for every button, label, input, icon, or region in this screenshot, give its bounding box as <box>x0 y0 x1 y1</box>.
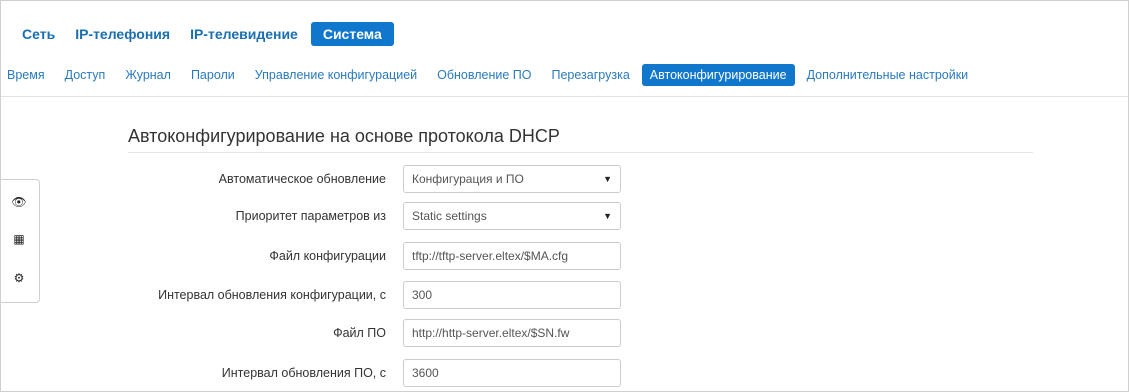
section-divider <box>128 152 1033 153</box>
fw-file-input[interactable]: http://http-server.eltex/$SN.fw <box>403 319 621 347</box>
top-tab-network[interactable]: Сеть <box>15 22 62 46</box>
sub-tab-config-management[interactable]: Управление конфигурацией <box>247 64 425 86</box>
sub-tab-reboot[interactable]: Перезагрузка <box>543 64 637 86</box>
chevron-down-icon: ▼ <box>603 211 612 221</box>
config-interval-input[interactable]: 300 <box>403 281 621 309</box>
top-navigation: Сеть IP-телефония IP-телевидение Система <box>15 21 400 47</box>
top-tab-system[interactable]: Система <box>310 22 394 46</box>
fw-interval-input[interactable]: 3600 <box>403 359 621 387</box>
chevron-down-icon: ▼ <box>603 174 612 184</box>
priority-value: Static settings <box>412 209 487 223</box>
config-file-label: Файл конфигурации <box>269 249 386 263</box>
fw-interval-label: Интервал обновления ПО, с <box>221 366 386 380</box>
page-frame: Сеть IP-телефония IP-телевидение Система… <box>0 0 1129 392</box>
top-tab-ip-telephony[interactable]: IP-телефония <box>68 22 177 46</box>
sub-tab-time[interactable]: Время <box>1 64 53 86</box>
sub-tab-advanced-settings[interactable]: Дополнительные настройки <box>799 64 977 86</box>
sub-tab-autoconfig[interactable]: Автоконфигурирование <box>641 64 795 86</box>
auto-update-value: Конфигурация и ПО <box>412 172 524 186</box>
top-tab-ip-tv[interactable]: IP-телевидение <box>183 22 305 46</box>
section-title: Автоконфигурирование на основе протокола… <box>128 126 560 146</box>
nav-divider <box>1 96 1128 97</box>
priority-label: Приоритет параметров из <box>235 209 386 223</box>
config-file-input[interactable]: tftp://tftp-server.eltex/$MA.cfg <box>403 242 621 270</box>
config-interval-label: Интервал обновления конфигурации, с <box>158 288 386 302</box>
sub-navigation: Время Доступ Журнал Пароли Управление ко… <box>1 63 980 87</box>
priority-select[interactable]: Static settings ▼ <box>403 202 621 230</box>
sub-tab-log[interactable]: Журнал <box>117 64 179 86</box>
fw-file-label: Файл ПО <box>333 326 386 340</box>
auto-update-select[interactable]: Конфигурация и ПО ▼ <box>403 165 621 193</box>
sub-tab-firmware-update[interactable]: Обновление ПО <box>429 64 539 86</box>
auto-update-label: Автоматическое обновление <box>218 172 386 186</box>
sub-tab-passwords[interactable]: Пароли <box>183 64 243 86</box>
sub-tab-access[interactable]: Доступ <box>57 64 114 86</box>
